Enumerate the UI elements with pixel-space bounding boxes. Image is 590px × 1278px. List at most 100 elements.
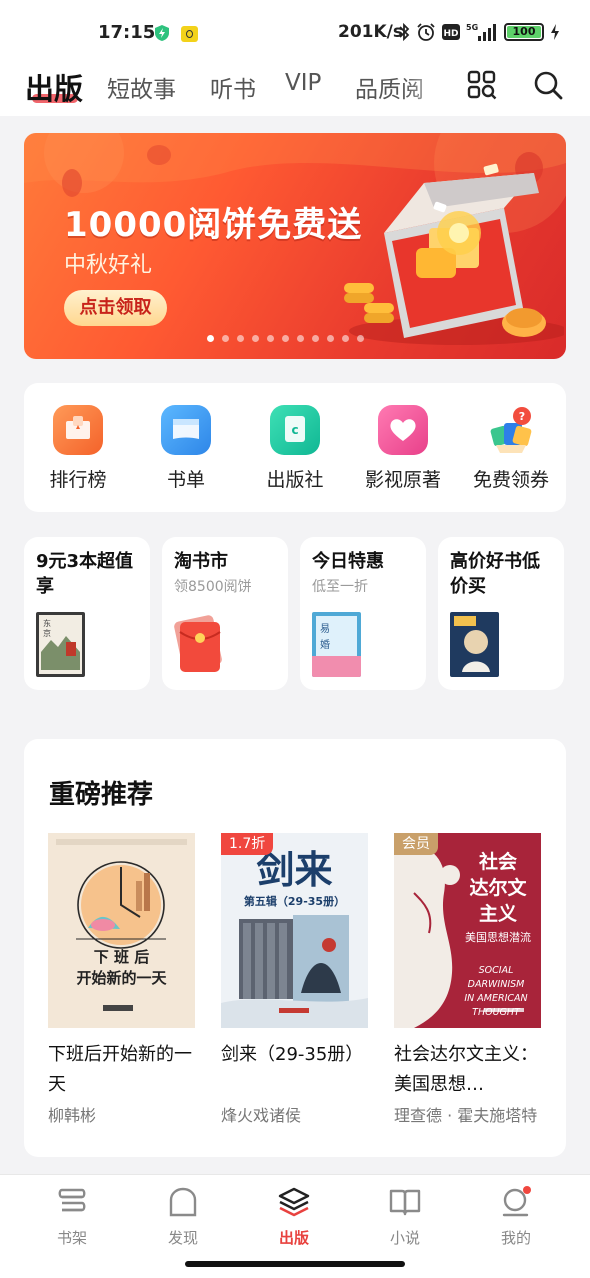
- promo-card-daily-deal[interactable]: 今日特惠 低至一折 易婚: [300, 537, 426, 690]
- quick-entry-card: 排行榜 书单 c 出版社 影视原著 ? 免费领券: [24, 383, 566, 512]
- pagination-dot: [312, 335, 319, 342]
- book-cover-image: [450, 612, 499, 677]
- promo-banner[interactable]: 10000阅饼免费送 中秋好礼 点击领取: [24, 133, 566, 359]
- promo-card-book-market[interactable]: 淘书市 领8500阅饼: [162, 537, 288, 690]
- nav-label: 出版: [278, 1229, 309, 1247]
- promo-card-discount-books[interactable]: 高价好书低价买: [438, 537, 564, 690]
- pagination-dot: [327, 335, 334, 342]
- nav-label: 我的: [500, 1229, 531, 1247]
- bookshelf-icon: [58, 1188, 86, 1212]
- section-title: 重磅推荐: [49, 780, 154, 810]
- battery-icon: 100: [504, 23, 544, 41]
- cover-title: 主义: [478, 903, 517, 925]
- discover-icon: [169, 1187, 197, 1217]
- ranking-icon: [53, 405, 103, 455]
- nav-novel[interactable]: 小说: [370, 1185, 440, 1248]
- svg-text:HD: HD: [443, 29, 458, 39]
- quick-entry-booklist[interactable]: 书单: [136, 405, 236, 492]
- tab-short-stories[interactable]: 短故事: [107, 70, 176, 104]
- status-time: 17:15: [98, 22, 156, 43]
- book-cover: 下 班 后 开始新的一天: [48, 833, 195, 1028]
- nav-publish[interactable]: 出版: [259, 1185, 329, 1248]
- charging-icon: [551, 24, 559, 40]
- promo-title: 9元3本超值享: [36, 551, 134, 597]
- tab-fade: [405, 66, 450, 116]
- quick-entry-free-coupon[interactable]: ? 免费领券: [461, 405, 561, 492]
- svg-text:5G: 5G: [466, 23, 478, 32]
- alarm-icon: [417, 23, 435, 41]
- cover-english-title: SOCIAL DARWINISM IN AMERICAN THOUGHT: [452, 964, 540, 1020]
- book-cover-image: 东京: [36, 612, 85, 677]
- search-icon[interactable]: [533, 70, 563, 100]
- top-tab-bar: 出版 短故事 听书 VIP 品质阅: [0, 66, 590, 116]
- recommend-card: 重磅推荐 下 班 后 开始新的一天 下班后开始新的一天 柳韩彬 剑来 第五辑（2…: [24, 739, 566, 1157]
- pagination-dot: [237, 335, 244, 342]
- tab-vip[interactable]: VIP: [285, 70, 321, 96]
- svg-text:易: 易: [320, 623, 330, 635]
- status-bar: 17:15 201K/s HD 5G 100: [0, 0, 590, 66]
- heart-icon: [378, 405, 428, 455]
- grid-search-icon[interactable]: [467, 70, 497, 100]
- svg-text:c: c: [291, 423, 298, 437]
- pagination-dot: [222, 335, 229, 342]
- cover-english-line: DARWINISM: [467, 979, 525, 990]
- cover-subtitle: 第五辑（29-35册）: [243, 895, 346, 908]
- book-item[interactable]: 下 班 后 开始新的一天 下班后开始新的一天 柳韩彬: [48, 833, 195, 1126]
- pagination-dot: [267, 335, 274, 342]
- book-item[interactable]: 社会 达尔文 主义 美国思想潜流 SOCIAL DARWINISM IN AME…: [394, 833, 541, 1126]
- pagination-dot: [357, 335, 364, 342]
- red-envelope-image: [174, 615, 222, 672]
- book-author: 烽火戏诸侯: [221, 1106, 302, 1125]
- discount-badge: 1.7折: [221, 833, 274, 855]
- home-indicator: [185, 1261, 405, 1267]
- member-badge: 会员: [394, 833, 438, 855]
- cover-title: 社会: [478, 851, 517, 873]
- tab-publish[interactable]: 出版: [25, 66, 83, 108]
- cover-english-line: THOUGHT: [472, 1007, 520, 1018]
- book-title: 下班后开始新的一天: [48, 1044, 192, 1095]
- cover-title: 达尔文: [469, 877, 527, 899]
- shield-icon: [155, 25, 169, 41]
- book-title: 社会达尔文主义：美国思想…: [394, 1044, 538, 1095]
- pagination-dot: [297, 335, 304, 342]
- claim-button[interactable]: 点击领取: [64, 290, 167, 326]
- quick-entry-adaptations[interactable]: 影视原著: [353, 405, 453, 492]
- promo-title: 淘书市: [174, 551, 228, 572]
- svg-text:?: ?: [519, 410, 525, 423]
- publish-icon: [278, 1187, 310, 1217]
- pagination-dot: [282, 335, 289, 342]
- nav-bookshelf[interactable]: 书架: [37, 1185, 107, 1248]
- profile-icon: [502, 1186, 531, 1217]
- signal-icon: 5G: [466, 23, 496, 41]
- novel-icon: [389, 1189, 421, 1216]
- nav-profile[interactable]: 我的: [481, 1185, 551, 1248]
- pagination-dot: [207, 335, 214, 342]
- quick-entry-label: 书单: [166, 469, 205, 491]
- bluetooth-icon: [399, 22, 410, 42]
- banner-pagination: [207, 335, 364, 342]
- promo-title: 今日特惠: [312, 551, 384, 572]
- book-cover-image: 易婚: [312, 612, 361, 677]
- cover-english-line: IN AMERICAN: [464, 993, 528, 1004]
- nav-discover[interactable]: 发现: [148, 1185, 218, 1248]
- app-notification-icon: [181, 26, 198, 42]
- booklist-icon: [161, 405, 211, 455]
- promo-card-value-bundle[interactable]: 9元3本超值享 东京: [24, 537, 150, 690]
- treasure-chest-image: [344, 163, 564, 345]
- banner-title: 10000阅饼免费送: [64, 205, 363, 245]
- publisher-icon: c: [270, 405, 320, 455]
- quick-entry-label: 排行榜: [49, 469, 107, 491]
- cover-illustration: [48, 833, 195, 1028]
- quick-entry-label: 影视原著: [364, 469, 441, 491]
- network-speed: 201K/s: [338, 22, 403, 42]
- hd-icon: HD: [442, 24, 460, 40]
- tab-audiobooks[interactable]: 听书: [210, 70, 256, 104]
- pagination-dot: [252, 335, 259, 342]
- book-item[interactable]: 剑来 第五辑（29-35册） 1.7折 剑来（29-35册） 烽火戏诸侯: [221, 833, 368, 1126]
- quick-entry-publisher[interactable]: c 出版社: [245, 405, 345, 492]
- svg-text:东: 东: [43, 618, 51, 628]
- book-cover: 社会 达尔文 主义 美国思想潜流 SOCIAL DARWINISM IN AME…: [394, 833, 541, 1028]
- promo-subtitle: 领8500阅饼: [174, 579, 252, 595]
- quick-entry-ranking[interactable]: 排行榜: [28, 405, 128, 492]
- book-author: 理查德 · 霍夫施塔特: [394, 1106, 538, 1125]
